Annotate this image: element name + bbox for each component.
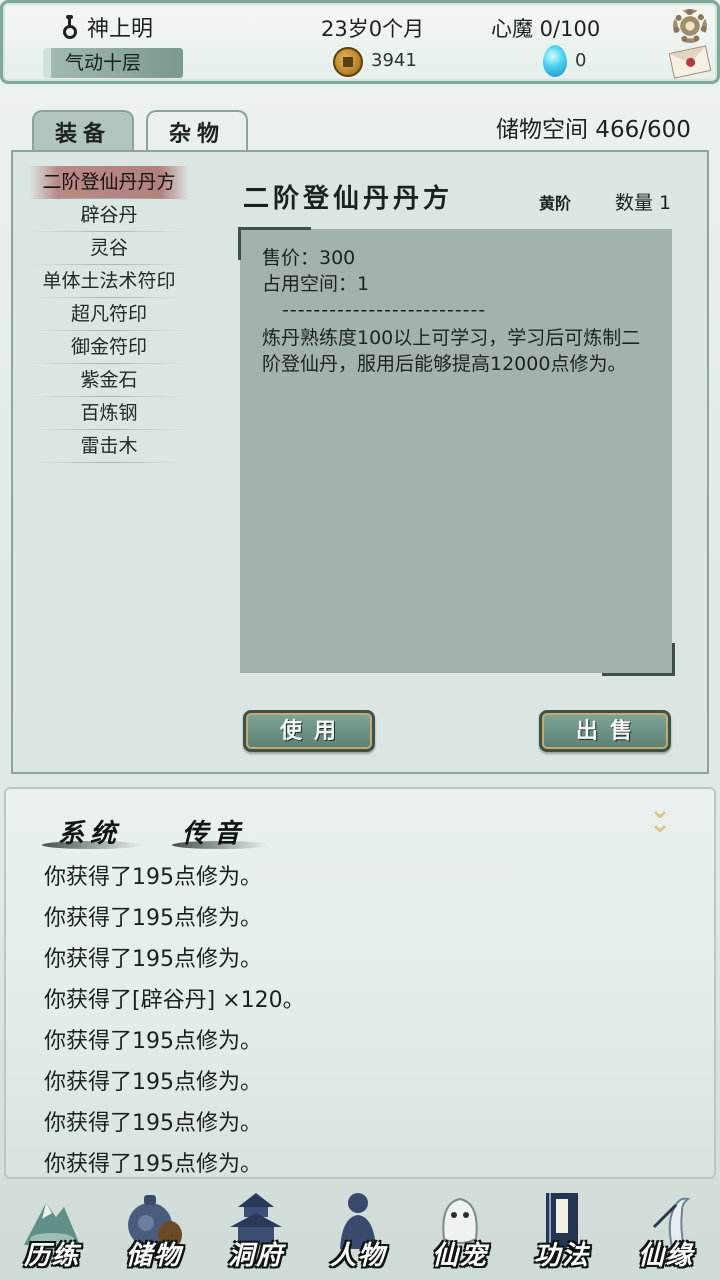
tab-system-messages[interactable]: 系统: [58, 813, 122, 850]
player-name-row[interactable]: 神上明: [61, 11, 153, 43]
heart-demon-label: 心魔 0/100: [491, 17, 601, 41]
item-space: 占用空间：1: [262, 273, 370, 295]
status-bar: 神上明 气动十层 23岁0个月 心魔 0/100 3941 0: [0, 0, 720, 84]
message-line: 你获得了195点修为。: [44, 906, 262, 931]
chevron-double-down-icon[interactable]: ⌄ ⌄: [646, 797, 674, 837]
tab-whisper-messages[interactable]: 传音: [182, 813, 246, 850]
use-button[interactable]: 使用: [243, 710, 375, 752]
nav-label: 仙缘: [637, 1241, 694, 1271]
coin-icon: [333, 47, 363, 77]
message-line: 你获得了195点修为。: [44, 1029, 262, 1054]
list-item[interactable]: 超凡符印: [29, 298, 189, 331]
message-line: 你获得了[辟谷丹] ×120。: [44, 988, 305, 1013]
nav-item-storage[interactable]: 储物: [104, 1183, 204, 1280]
nav-label: 仙宠: [431, 1241, 488, 1271]
male-icon: [61, 15, 81, 39]
list-item[interactable]: 辟谷丹: [29, 199, 189, 232]
nav-item-fate[interactable]: 仙缘: [616, 1183, 716, 1280]
message-line: 你获得了195点修为。: [44, 1152, 262, 1177]
list-item[interactable]: 雷击木: [29, 430, 189, 463]
message-line: 你获得了195点修为。: [44, 1070, 262, 1095]
player-name: 神上明: [87, 17, 154, 42]
message-line: 你获得了195点修为。: [44, 1111, 262, 1136]
nav-label: 储物: [125, 1241, 182, 1271]
mail-icon[interactable]: [668, 45, 712, 79]
nav-item-techniques[interactable]: 功法: [512, 1183, 612, 1280]
nav-label: 历练: [23, 1241, 80, 1271]
nav-item-cave[interactable]: 洞府: [206, 1183, 306, 1280]
message-panel: 系统 传音 ⌄ ⌄ 你获得了195点修为。 你获得了195点修为。 你获得了195…: [4, 787, 716, 1179]
list-item[interactable]: 百炼钢: [29, 397, 189, 430]
message-line: 你获得了195点修为。: [44, 947, 262, 972]
realm-badge: 气动十层: [43, 48, 183, 78]
nav-item-character[interactable]: 人物: [308, 1183, 408, 1280]
item-grade: 黄阶: [539, 194, 572, 213]
list-item[interactable]: 御金符印: [29, 331, 189, 364]
item-quantity: 数量 1: [615, 192, 672, 214]
item-description-box: 售价：300 占用空间：1 --------------------------…: [238, 227, 675, 676]
bottom-nav: 历练 储物 洞府 人物 仙宠 功法 仙缘: [0, 1183, 720, 1280]
list-item[interactable]: 紫金石: [29, 364, 189, 397]
item-price: 售价：300: [262, 247, 356, 269]
description-separator: --------------------------: [282, 299, 487, 321]
gear-icon[interactable]: [673, 9, 707, 43]
nav-label: 洞府: [227, 1241, 284, 1271]
sell-button[interactable]: 出售: [539, 710, 671, 752]
list-item[interactable]: 单体土法术符印: [29, 265, 189, 298]
gem-count: 0: [575, 50, 587, 71]
nav-item-spirit-pet[interactable]: 仙宠: [410, 1183, 510, 1280]
item-description: 炼丹熟练度100以上可学习，学习后可炼制二阶登仙丹，服用后能够提高12000点修…: [262, 327, 641, 375]
storage-capacity: 储物空间 466/600: [496, 117, 691, 143]
item-title: 二阶登仙丹丹方: [243, 184, 454, 214]
list-item[interactable]: 二阶登仙丹丹方: [29, 166, 189, 199]
message-list: 你获得了195点修为。 你获得了195点修为。 你获得了195点修为。 你获得了…: [44, 857, 305, 1185]
message-line: 你获得了195点修为。: [44, 865, 262, 890]
inventory-panel: 二阶登仙丹丹方 辟谷丹 灵谷 单体土法术符印 超凡符印 御金符印 紫金石 百炼钢…: [11, 150, 709, 774]
age-label: 23岁0个月: [321, 17, 425, 41]
coin-count: 3941: [371, 50, 417, 71]
gem-icon: [543, 45, 567, 77]
list-item[interactable]: 灵谷: [29, 232, 189, 265]
nav-item-training[interactable]: 历练: [2, 1183, 102, 1280]
nav-label: 人物: [329, 1241, 386, 1271]
tab-equipment[interactable]: 装备: [32, 110, 134, 154]
nav-label: 功法: [533, 1241, 590, 1271]
item-list: 二阶登仙丹丹方 辟谷丹 灵谷 单体土法术符印 超凡符印 御金符印 紫金石 百炼钢…: [29, 166, 189, 463]
